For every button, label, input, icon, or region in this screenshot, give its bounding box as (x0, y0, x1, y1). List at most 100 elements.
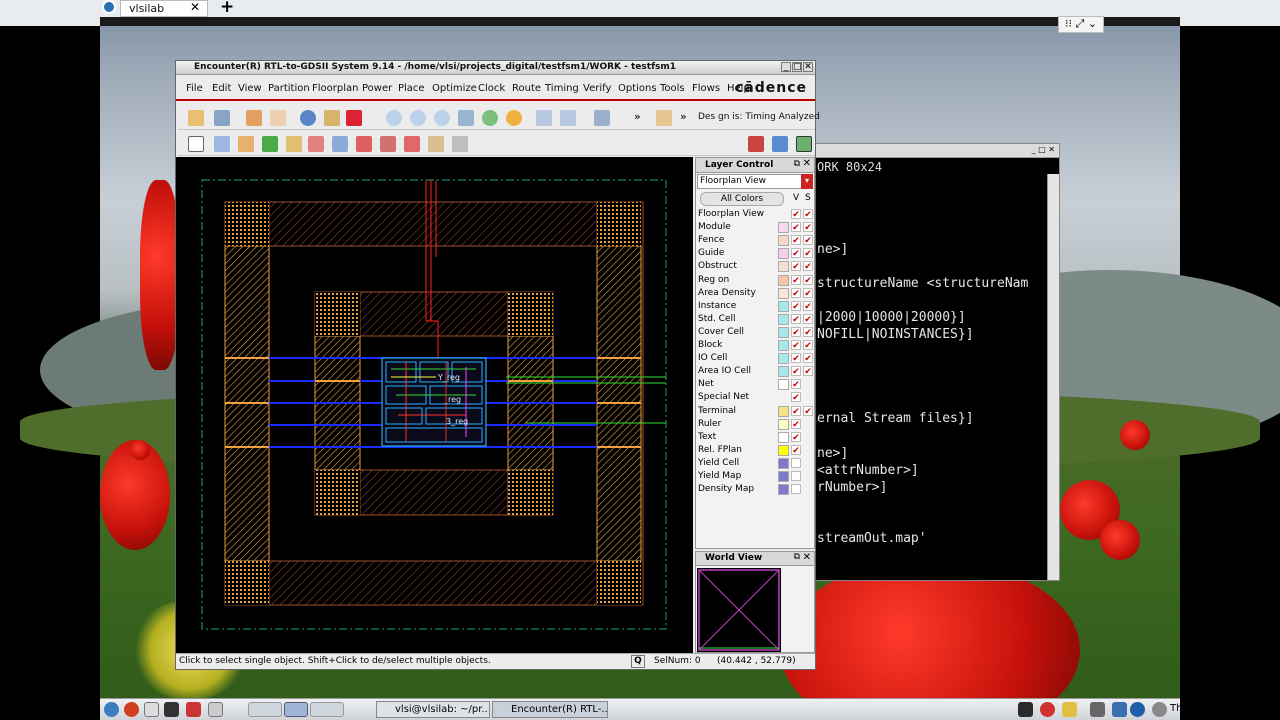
terminal-scrollbar[interactable] (1047, 174, 1059, 580)
visible-checkbox[interactable]: ✔ (791, 274, 801, 286)
move-icon[interactable] (214, 136, 230, 152)
expand-icon[interactable]: ⤢ (1075, 17, 1084, 30)
selectable-checkbox[interactable]: ✔ (803, 300, 813, 312)
layer-color-swatch[interactable] (778, 431, 789, 443)
stretch-icon[interactable] (332, 136, 348, 152)
split-icon[interactable] (404, 136, 420, 152)
menu-edit[interactable]: Edit (212, 83, 231, 94)
workspace-2[interactable] (284, 702, 308, 717)
menu-view[interactable]: View (238, 83, 262, 94)
layer-color-swatch[interactable] (778, 444, 789, 456)
highlight-icon[interactable] (324, 110, 340, 126)
file-manager-icon[interactable] (144, 702, 159, 717)
more-icon[interactable]: » (680, 110, 687, 123)
query-button[interactable]: Q (631, 655, 645, 668)
terminal-window[interactable]: _ □ ✕ ORK 80x24 ne>] structureName <stru… (808, 143, 1060, 581)
fit-icon[interactable] (458, 110, 474, 126)
selectable-checkbox[interactable]: ✔ (803, 222, 813, 233)
float-icon[interactable]: ⧉ (794, 552, 800, 562)
chevron-down-icon[interactable]: ⌄ (1088, 17, 1097, 30)
network-icon[interactable] (1018, 702, 1033, 717)
layer-row[interactable]: Fence ✔ ✔ (698, 234, 814, 247)
layer-color-swatch[interactable] (778, 326, 789, 338)
visible-checkbox[interactable]: ✔ (791, 261, 801, 272)
selectable-checkbox[interactable]: ✔ (803, 405, 813, 417)
align-icon[interactable] (428, 136, 444, 152)
visible-checkbox[interactable] (791, 471, 801, 481)
visible-checkbox[interactable]: ✔ (791, 287, 801, 299)
menu-options[interactable]: Options (618, 83, 657, 94)
layer-row[interactable]: Guide ✔ ✔ (698, 247, 814, 260)
amoeba-view-icon[interactable] (772, 136, 788, 152)
menu-route[interactable]: Route (512, 83, 541, 94)
layer-row[interactable]: Block ✔ ✔ (698, 339, 814, 352)
layer-row[interactable]: Rel. FPlan ✔ (698, 444, 814, 457)
layer-color-swatch[interactable] (778, 418, 789, 430)
signal-icon[interactable] (1112, 702, 1127, 717)
weather-icon[interactable] (1062, 702, 1077, 717)
visible-checkbox[interactable]: ✔ (791, 222, 801, 233)
physical-view-icon[interactable] (796, 136, 812, 152)
trim-icon[interactable] (380, 136, 396, 152)
selectable-checkbox[interactable]: ✔ (803, 235, 813, 246)
close-icon[interactable]: ✕ (1048, 145, 1055, 154)
undo-icon[interactable] (246, 110, 262, 126)
layer-row[interactable]: Terminal ✔ ✔ (698, 405, 814, 418)
layer-color-swatch[interactable] (778, 379, 789, 391)
visible-checkbox[interactable]: ✔ (791, 340, 801, 351)
floorplan-icon[interactable] (594, 110, 610, 126)
maximize-icon[interactable]: □ (792, 62, 802, 72)
layer-color-swatch[interactable] (778, 248, 789, 260)
redo-icon[interactable] (270, 110, 286, 126)
layer-row[interactable]: Floorplan View ✔ ✔ (698, 208, 814, 221)
layer-row[interactable]: Reg on ✔ ✔ (698, 274, 814, 287)
encounter-window[interactable]: Encounter(R) RTL-to-GDSII System 9.14 - … (175, 60, 820, 670)
calculator-icon[interactable] (186, 702, 201, 717)
layer-row[interactable]: Ruler ✔ (698, 418, 814, 431)
visible-checkbox[interactable]: ✔ (791, 209, 801, 220)
power-icon[interactable] (1152, 702, 1167, 717)
layer-color-swatch[interactable] (778, 366, 789, 378)
minimize-icon[interactable]: _ (1032, 145, 1036, 154)
selectable-checkbox[interactable]: ✔ (803, 340, 813, 351)
selectable-checkbox[interactable]: ✔ (803, 366, 813, 377)
selectable-checkbox[interactable]: ✔ (803, 287, 813, 299)
selectable-checkbox[interactable]: ✔ (803, 261, 813, 272)
selectable-checkbox[interactable]: ✔ (803, 313, 813, 325)
menu-place[interactable]: Place (398, 83, 425, 94)
color-pattern-icon[interactable] (346, 110, 362, 126)
ruler-icon[interactable] (238, 136, 254, 152)
selectable-checkbox[interactable]: ✔ (803, 209, 813, 220)
visible-checkbox[interactable]: ✔ (791, 379, 801, 390)
dropdown-arrow-icon[interactable]: ▾ (801, 174, 813, 189)
layer-row[interactable]: Yield Map (698, 470, 814, 483)
menu-partition[interactable]: Partition (268, 83, 310, 94)
menu-verify[interactable]: Verify (583, 83, 611, 94)
menu-optimize[interactable]: Optimize (432, 83, 477, 94)
selectable-checkbox[interactable]: ✔ (803, 326, 813, 338)
visible-checkbox[interactable]: ✔ (791, 418, 801, 430)
layer-row[interactable]: Text ✔ (698, 431, 814, 444)
zoom-out-icon[interactable] (410, 110, 426, 126)
new-tab-icon[interactable]: + (220, 0, 234, 17)
layer-color-swatch[interactable] (778, 340, 789, 351)
layer-color-swatch[interactable] (778, 484, 789, 496)
group-icon[interactable] (452, 136, 468, 152)
layer-row[interactable]: Area Density ✔ ✔ (698, 287, 814, 300)
menu-timing[interactable]: Timing (545, 83, 579, 94)
visible-checkbox[interactable]: ✔ (791, 248, 801, 259)
layer-row[interactable]: Module ✔ ✔ (698, 221, 814, 234)
maximize-icon[interactable]: □ (1038, 145, 1046, 154)
all-colors-button[interactable]: All Colors (700, 192, 784, 206)
visible-checkbox[interactable]: ✔ (791, 313, 801, 325)
visible-checkbox[interactable] (791, 457, 801, 468)
visible-checkbox[interactable]: ✔ (791, 300, 801, 312)
selectable-checkbox[interactable]: ✔ (803, 353, 813, 364)
viewer-controls[interactable]: ⁝⁝ ⤢ ⌄ (1058, 16, 1104, 33)
layer-row[interactable]: Obstruct ✔ ✔ (698, 260, 814, 273)
zoom-in-icon[interactable] (386, 110, 402, 126)
layer-row[interactable]: Area IO Cell ✔ ✔ (698, 365, 814, 378)
layer-color-swatch[interactable] (778, 353, 789, 365)
floorplan-view-icon[interactable] (748, 136, 764, 152)
start-menu-icon[interactable] (104, 702, 119, 717)
